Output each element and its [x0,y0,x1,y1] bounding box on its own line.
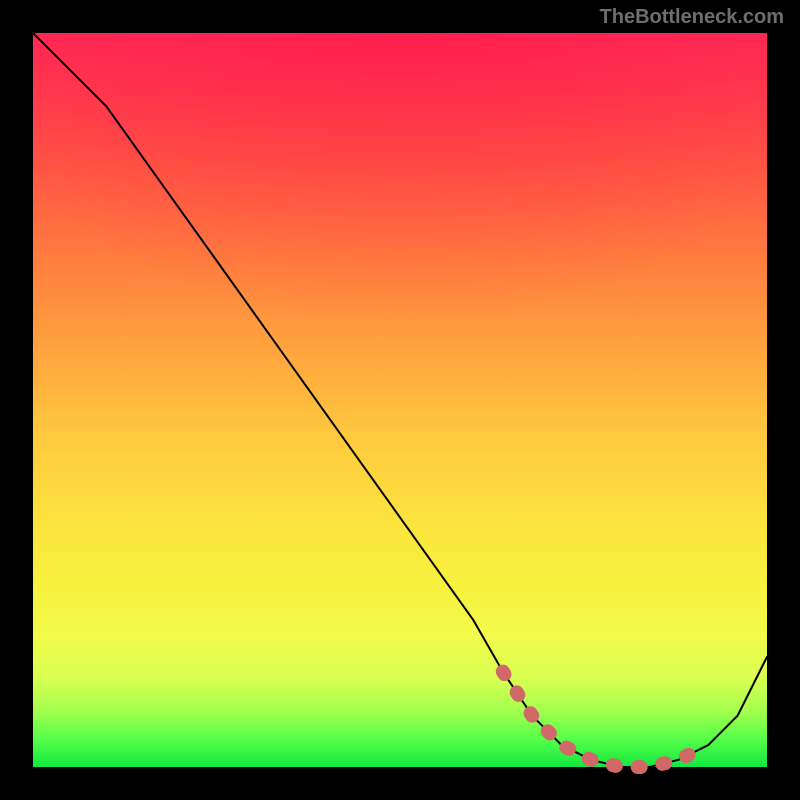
watermark-text: TheBottleneck.com [600,6,784,29]
highlight-band [503,672,709,767]
chart-container: TheBottleneck.com [0,0,800,800]
plot-area [33,33,767,767]
chart-svg [33,33,767,767]
main-curve [33,33,767,767]
